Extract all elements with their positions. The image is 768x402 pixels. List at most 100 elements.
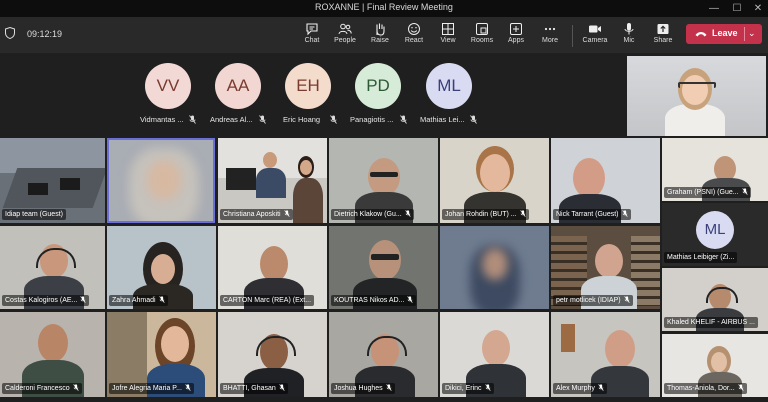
video-tile[interactable]: Idiap team (Guest)	[0, 138, 105, 223]
avatar[interactable]: ML	[426, 63, 472, 109]
participant-label: Khaled KHELIF - AIRBUS ...	[664, 317, 758, 328]
participant-name: KOUTRAS Nikos AD...	[334, 297, 405, 304]
share-button[interactable]: Share	[646, 20, 680, 52]
video-tile[interactable]: Dikici, Erinc	[440, 312, 549, 397]
video-tile[interactable]: Alex Murphy	[551, 312, 660, 397]
video-tile[interactable]: Calderoni Francesco	[0, 312, 105, 397]
mic-off-icon	[386, 384, 392, 391]
leave-divider	[744, 27, 745, 41]
react-icon	[408, 23, 420, 35]
camera-button[interactable]: Camera	[578, 20, 612, 52]
more-label: More	[542, 37, 558, 44]
video-tile[interactable]: KOUTRAS Nikos AD...	[329, 226, 438, 309]
raise-hand-button[interactable]: Raise	[363, 20, 397, 52]
participant-name: Vidmantas ...	[140, 115, 184, 124]
chat-label: Chat	[304, 37, 320, 44]
participant-name: Dietrich Klakow (Gu...	[334, 211, 402, 218]
video-tile[interactable]: Thomas-Aniola, Dor...	[662, 334, 768, 397]
participant-name: petr motlicek (IDIAP)	[556, 297, 621, 304]
mic-icon	[624, 23, 634, 35]
video-tile[interactable]: petr motlicek (IDIAP)	[551, 226, 660, 309]
avatar[interactable]: VV	[145, 63, 191, 109]
participant-name: Idiap team (Guest)	[5, 211, 63, 218]
video-tile[interactable]: Nick Tarrant (Guest)	[551, 138, 660, 223]
mic-off-icon	[623, 296, 630, 303]
mic-off-icon	[283, 210, 290, 217]
participant-label: Calderoni Francesco	[2, 383, 82, 394]
participant-label: petr motlicek (IDIAP)	[553, 295, 633, 306]
video-tile[interactable]: Dietrich Klakow (Gu...	[329, 138, 438, 223]
video-tile[interactable]: CARTON Marc (REA) (Ext...	[218, 226, 327, 309]
raise-label: Raise	[371, 37, 389, 44]
view-button[interactable]: View	[431, 20, 465, 52]
participant-name: Andreas Al...	[210, 115, 253, 124]
participant-name: Costas Kalogiros (AE...	[5, 297, 78, 304]
participant-label: Graham (PSNI) (Gue...	[664, 187, 751, 198]
mic-off-icon	[741, 188, 748, 195]
react-button[interactable]: React	[397, 20, 431, 52]
avatar[interactable]: AA	[215, 63, 261, 109]
rooms-button[interactable]: Rooms	[465, 20, 499, 52]
participant-name: Mathias Leibiger (Zi...	[667, 254, 735, 261]
avatar[interactable]: EH	[285, 63, 331, 109]
mic-off-icon	[80, 296, 86, 303]
apps-button[interactable]: Apps	[499, 20, 533, 52]
people-button[interactable]: People	[328, 20, 362, 52]
participant-label: Zahra Ahmadi	[109, 295, 168, 306]
camera-icon	[589, 25, 601, 33]
close-button[interactable]: ✕	[748, 0, 768, 17]
self-view-video[interactable]	[627, 56, 766, 136]
video-tile[interactable]: ML Mathias Leibiger (Zi...	[662, 203, 768, 266]
participant-name: Graham (PSNI) (Gue...	[667, 189, 739, 196]
maximize-button[interactable]: ☐	[727, 0, 747, 17]
video-tile[interactable]: Costas Kalogiros (AE...	[0, 226, 105, 309]
people-label: People	[334, 37, 356, 44]
video-tile[interactable]: Zahra Ahmadi	[107, 226, 216, 309]
video-tile[interactable]	[440, 226, 549, 309]
participant-label: Nick Tarrant (Guest)	[553, 209, 631, 220]
chat-button[interactable]: Chat	[295, 20, 329, 52]
video-tile[interactable]: Jofre Alegria Maria P...	[107, 312, 216, 397]
shield-icon	[5, 27, 15, 39]
participant-name: Nick Tarrant (Guest)	[556, 211, 619, 218]
meeting-toolbar: 09:12:19 Chat People Raise React View Ro…	[0, 17, 768, 53]
participant-name: Mathias Lei...	[420, 115, 465, 124]
mic-off-icon	[189, 115, 196, 124]
mic-off-icon	[72, 384, 79, 391]
chevron-down-icon[interactable]: ⌄	[748, 28, 756, 39]
participant-label: Alex Murphy	[553, 383, 607, 394]
more-icon	[544, 27, 556, 31]
video-tile[interactable]: Johan Rohdin (BUT) ...	[440, 138, 549, 223]
participant-label: Idiap team (Guest)	[2, 209, 66, 220]
video-tile[interactable]: Graham (PSNI) (Gue...	[662, 138, 768, 201]
mic-off-icon	[621, 210, 628, 217]
mic-off-icon	[330, 115, 337, 124]
video-tile[interactable]: BHATTI, Ghasan	[218, 312, 327, 397]
participant-name: CARTON Marc (REA) (Ext...	[223, 297, 312, 304]
video-tile[interactable]: Joshua Hughes	[329, 312, 438, 397]
mic-off-icon	[405, 210, 411, 217]
participant-label: Christiana Aposkiti	[220, 209, 293, 220]
mic-button[interactable]: Mic	[612, 20, 646, 52]
more-button[interactable]: More	[533, 20, 567, 52]
video-tile[interactable]: Christiana Aposkiti	[218, 138, 327, 223]
hang-up-icon	[695, 32, 707, 37]
apps-icon	[510, 23, 522, 35]
apps-label: Apps	[508, 37, 524, 44]
participant-label: Thomas-Aniola, Dor...	[664, 383, 747, 394]
raise-hand-icon	[376, 23, 385, 36]
video-tile[interactable]: Khaled KHELIF - AIRBUS ...	[662, 268, 768, 331]
view-label: View	[440, 37, 456, 44]
minimize-button[interactable]: —	[704, 0, 724, 17]
chat-icon	[306, 23, 318, 36]
video-tile[interactable]	[107, 138, 215, 223]
leave-button[interactable]: Leave ⌄	[686, 24, 762, 44]
react-label: React	[404, 37, 424, 44]
participant-label: CARTON Marc (REA) (Ext...	[220, 295, 315, 306]
participant-label: Johan Rohdin (BUT) ...	[442, 209, 529, 220]
share-icon	[657, 24, 669, 34]
view-icon	[442, 23, 454, 35]
mic-off-icon	[185, 384, 191, 391]
avatar[interactable]: PD	[355, 63, 401, 109]
mic-off-icon	[400, 115, 407, 124]
